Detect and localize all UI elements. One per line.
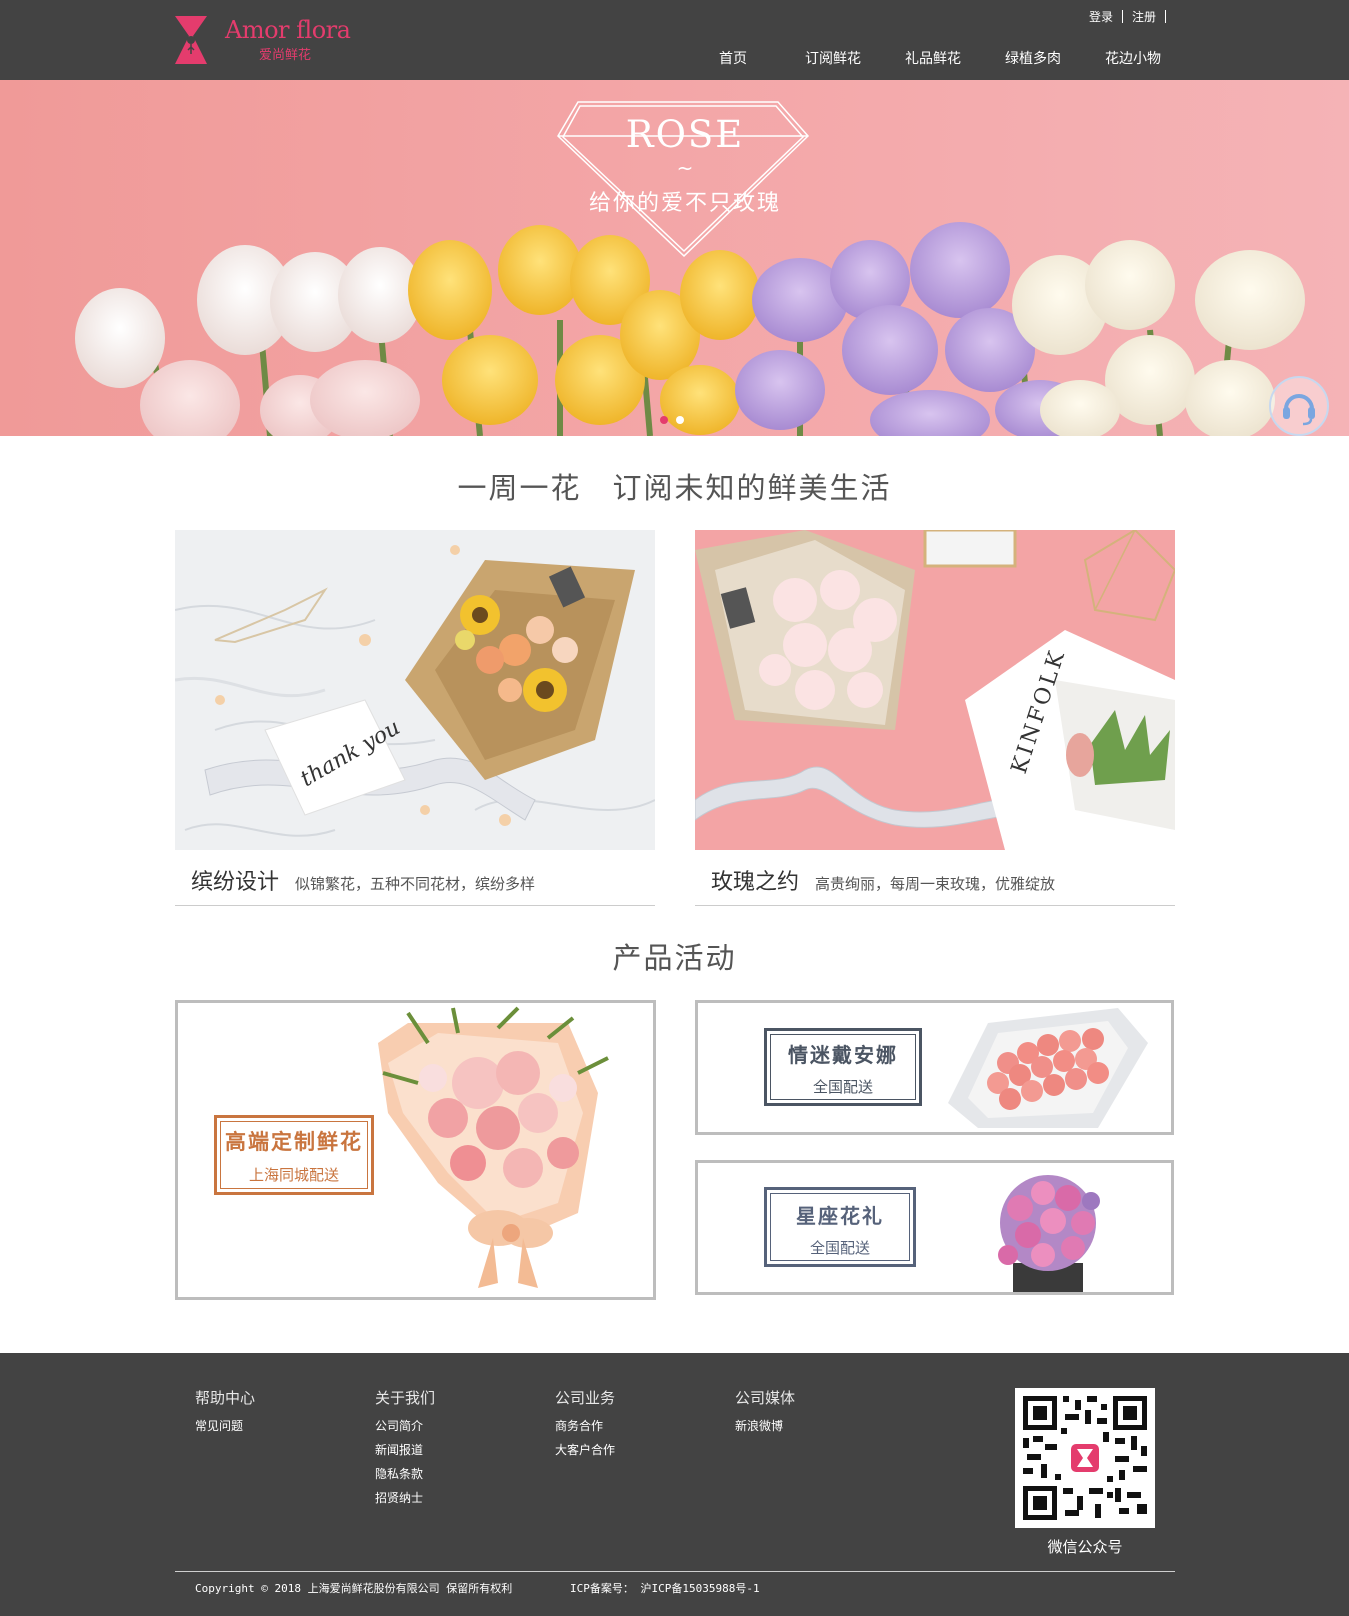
promo-label: 高端定制鲜花 上海同城配送 xyxy=(214,1115,374,1195)
register-link[interactable]: 注册 xyxy=(1123,8,1165,25)
site-footer: 帮助中心 常见问题 关于我们 公司简介 新闻报道 隐私条款 招贤纳士 公司业务 … xyxy=(0,1353,1349,1616)
footer-link-faq[interactable]: 常见问题 xyxy=(195,1414,255,1438)
logo-text-cn: 爱尚鲜花 xyxy=(259,48,312,63)
card-title: 玫瑰之约 xyxy=(711,870,800,895)
footer-col-help: 帮助中心 常见问题 xyxy=(195,1387,255,1438)
card-description: 似锦繁花，五种不同花材，缤纷多样 xyxy=(295,875,536,893)
footer-col-media: 公司媒体 新浪微博 xyxy=(735,1387,795,1438)
promo-constellation-gift[interactable]: 星座花礼 全国配送 xyxy=(695,1160,1174,1295)
footer-col-title: 公司业务 xyxy=(555,1389,616,1407)
subscription-card-rose[interactable]: KINFOLK 玫瑰之约 高贵绚丽，每周一束玫瑰，优雅绽放 xyxy=(695,530,1175,906)
promotions-heading: 产品活动 xyxy=(612,941,737,975)
customer-service-button[interactable] xyxy=(1269,376,1329,436)
promo-label-inner-border xyxy=(220,1121,368,1189)
footer-link-weibo[interactable]: 新浪微博 xyxy=(735,1414,795,1438)
qr-code-label: 微信公众号 xyxy=(1047,1538,1123,1556)
qr-code-icon xyxy=(1015,1388,1155,1528)
nav-item-home[interactable]: 首页 xyxy=(683,48,783,68)
nav-item-accessories[interactable]: 花边小物 xyxy=(1083,48,1183,68)
footer-col-title: 帮助中心 xyxy=(195,1389,256,1407)
card-title: 缤纷设计 xyxy=(191,870,280,895)
main-nav: 首页 订阅鲜花 礼品鲜花 绿植多肉 花边小物 xyxy=(683,48,1183,68)
bouquet-image: thank you xyxy=(175,530,655,850)
promo-label: 情迷戴安娜 全国配送 xyxy=(764,1028,922,1106)
carousel-dot-2[interactable] xyxy=(676,416,684,424)
wechat-qr-code xyxy=(1015,1388,1155,1528)
footer-link-key-accounts[interactable]: 大客户合作 xyxy=(555,1438,615,1462)
icp-record-text: ICP备案号： 沪ICP备15035988号-1 xyxy=(570,1582,760,1595)
subscription-heading: 一周一花 订阅未知的鲜美生活 xyxy=(457,471,892,505)
footer-link-business[interactable]: 商务合作 xyxy=(555,1414,615,1438)
nav-item-subscribe[interactable]: 订阅鲜花 xyxy=(783,48,883,68)
footer-col-business: 公司业务 商务合作 大客户合作 xyxy=(555,1387,615,1462)
footer-link-company-intro[interactable]: 公司简介 xyxy=(375,1414,435,1438)
banner-title: ROSE xyxy=(625,113,745,156)
footer-link-news[interactable]: 新闻报道 xyxy=(375,1438,435,1462)
carousel-dots xyxy=(660,416,684,424)
site-header: Amor flora 爱尚鲜花 登录 注册 首页 订阅鲜花 礼品鲜花 绿植多肉 … xyxy=(0,0,1349,80)
promo-diana-roses[interactable]: 情迷戴安娜 全国配送 xyxy=(695,1000,1174,1135)
rose-bouquet-image: KINFOLK xyxy=(695,530,1175,850)
promo-label: 星座花礼 全国配送 xyxy=(764,1187,916,1267)
headset-icon xyxy=(1283,394,1315,426)
card-caption: 缤纷设计 似锦繁花，五种不同花材，缤纷多样 xyxy=(175,850,655,906)
account-links: 登录 注册 xyxy=(1080,8,1166,25)
subscription-card-colorful[interactable]: thank you 缤纷设计 似锦繁花，五种不同花材，缤纷多样 xyxy=(175,530,655,906)
carousel-dot-1[interactable] xyxy=(660,416,668,424)
logo-text-en: Amor flora xyxy=(225,16,351,44)
footer-col-title: 关于我们 xyxy=(375,1389,436,1407)
card-description: 高贵绚丽，每周一束玫瑰，优雅绽放 xyxy=(815,875,1056,893)
login-link[interactable]: 登录 xyxy=(1080,8,1122,25)
promo-label-inner-border xyxy=(770,1034,916,1100)
footer-col-about: 关于我们 公司简介 新闻报道 隐私条款 招贤纳士 xyxy=(375,1387,435,1510)
footer-link-careers[interactable]: 招贤纳士 xyxy=(375,1486,435,1510)
banner-tilde: ~ xyxy=(676,156,694,180)
footer-col-title: 公司媒体 xyxy=(735,1389,796,1407)
nav-item-gift[interactable]: 礼品鲜花 xyxy=(883,48,983,68)
card-caption: 玫瑰之约 高贵绚丽，每周一束玫瑰，优雅绽放 xyxy=(695,850,1175,906)
promo-label-inner-border xyxy=(770,1193,910,1261)
hero-banner[interactable]: ROSE ~ 给你的爱不只玫瑰 xyxy=(0,80,1349,436)
divider xyxy=(1165,10,1166,23)
nav-item-plants[interactable]: 绿植多肉 xyxy=(983,48,1083,68)
copyright-text: Copyright © 2018 上海爱尚鲜花股份有限公司 保留所有权利 xyxy=(195,1582,513,1595)
logo-hourglass-icon xyxy=(175,16,207,64)
footer-divider xyxy=(175,1571,1175,1572)
footer-link-privacy[interactable]: 隐私条款 xyxy=(375,1462,435,1486)
logo[interactable]: Amor flora 爱尚鲜花 xyxy=(173,14,353,66)
promo-custom-flowers[interactable]: 高端定制鲜花 上海同城配送 xyxy=(175,1000,656,1300)
banner-subtitle: 给你的爱不只玫瑰 xyxy=(588,191,781,216)
